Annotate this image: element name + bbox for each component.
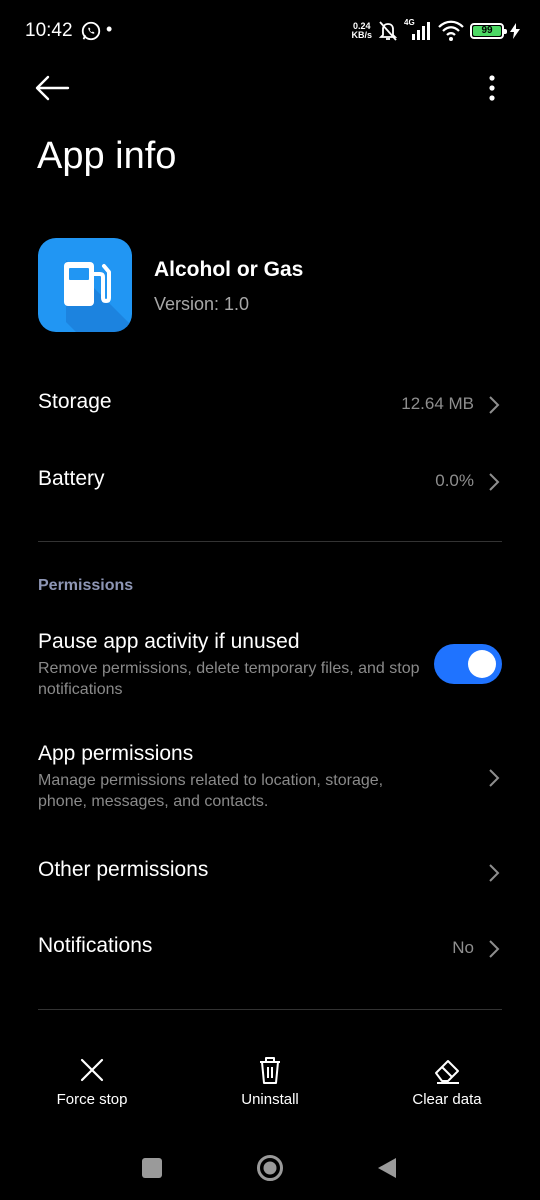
signal-4g: 4G: [404, 18, 432, 42]
battery-value: 0.0%: [435, 471, 474, 490]
trash-icon: [260, 1057, 280, 1084]
storage-value: 12.64 MB: [401, 394, 474, 413]
storage-row[interactable]: Storage 12.64 MB: [38, 390, 502, 422]
force-stop-label: Force stop: [56, 1091, 128, 1108]
other-permissions-label: Other permissions: [38, 858, 209, 881]
home-button[interactable]: [256, 1154, 284, 1182]
notifications-label: Notifications: [38, 934, 153, 957]
battery-label: Battery: [38, 467, 105, 490]
pause-app-activity-toggle[interactable]: [434, 644, 502, 684]
notification-dot: •: [106, 19, 113, 39]
network-speed: 0.24 KB/s: [351, 21, 372, 40]
chevron-right-icon: [489, 864, 500, 882]
chevron-right-icon: [489, 769, 500, 787]
battery-level: 99: [481, 25, 493, 36]
app-version: Version: 1.0: [154, 294, 250, 314]
fuel-pump-icon: [64, 260, 132, 332]
divider: [38, 1009, 502, 1010]
other-permissions-row[interactable]: Other permissions: [38, 858, 502, 890]
charging-bolt-icon: [510, 23, 520, 39]
app-header: Alcohol or Gas Version: 1.0: [38, 238, 508, 334]
bottom-action-bar: Force stop Uninstall Clear data: [0, 1055, 540, 1115]
clear-data-label: Clear data: [412, 1091, 482, 1108]
chevron-right-icon: [489, 940, 500, 958]
permissions-section-title: Permissions: [38, 577, 134, 594]
more-options-icon[interactable]: [482, 68, 502, 108]
top-navigation: [0, 62, 540, 112]
app-permissions-row[interactable]: App permissions Manage permissions relat…: [38, 742, 502, 814]
clear-data-button[interactable]: Clear data: [387, 1055, 507, 1108]
app-icon: [38, 238, 132, 332]
battery-tip: [504, 29, 507, 34]
recents-button[interactable]: [142, 1158, 162, 1178]
notifications-value: No: [452, 938, 474, 957]
battery-row[interactable]: Battery 0.0%: [38, 467, 502, 499]
chevron-right-icon: [489, 396, 500, 414]
status-time: 10:42: [25, 20, 73, 41]
uninstall-label: Uninstall: [241, 1091, 299, 1108]
uninstall-button[interactable]: Uninstall: [210, 1055, 330, 1108]
back-arrow-icon[interactable]: [32, 68, 72, 108]
status-bar: 10:42 • 0.24 KB/s 4G 99: [0, 0, 540, 62]
force-stop-button[interactable]: Force stop: [32, 1055, 152, 1108]
app-permissions-description: Manage permissions related to location, …: [38, 772, 384, 810]
toggle-knob: [468, 650, 496, 678]
status-indicators: 0.24 KB/s 4G 99: [351, 18, 520, 44]
pause-app-activity-label: Pause app activity if unused: [38, 630, 300, 653]
whatsapp-icon: [81, 21, 101, 41]
storage-label: Storage: [38, 390, 112, 413]
wifi-icon: [438, 20, 464, 41]
close-icon: [80, 1058, 104, 1082]
pause-app-activity-description: Remove permissions, delete temporary fil…: [38, 660, 420, 698]
eraser-icon: [435, 1060, 459, 1084]
mute-bell-icon: [378, 21, 398, 41]
pause-app-activity-row[interactable]: Pause app activity if unused Remove perm…: [38, 630, 502, 702]
app-name: Alcohol or Gas: [154, 258, 304, 281]
notifications-row[interactable]: Notifications No: [38, 934, 502, 966]
page-title: App info: [37, 135, 177, 177]
system-navigation-bar: [0, 1140, 540, 1200]
app-permissions-label: App permissions: [38, 742, 194, 765]
nav-back-button[interactable]: [376, 1156, 398, 1180]
chevron-right-icon: [489, 473, 500, 491]
divider: [38, 541, 502, 542]
battery-indicator: 99: [470, 23, 507, 39]
signal-icon: [412, 22, 430, 40]
